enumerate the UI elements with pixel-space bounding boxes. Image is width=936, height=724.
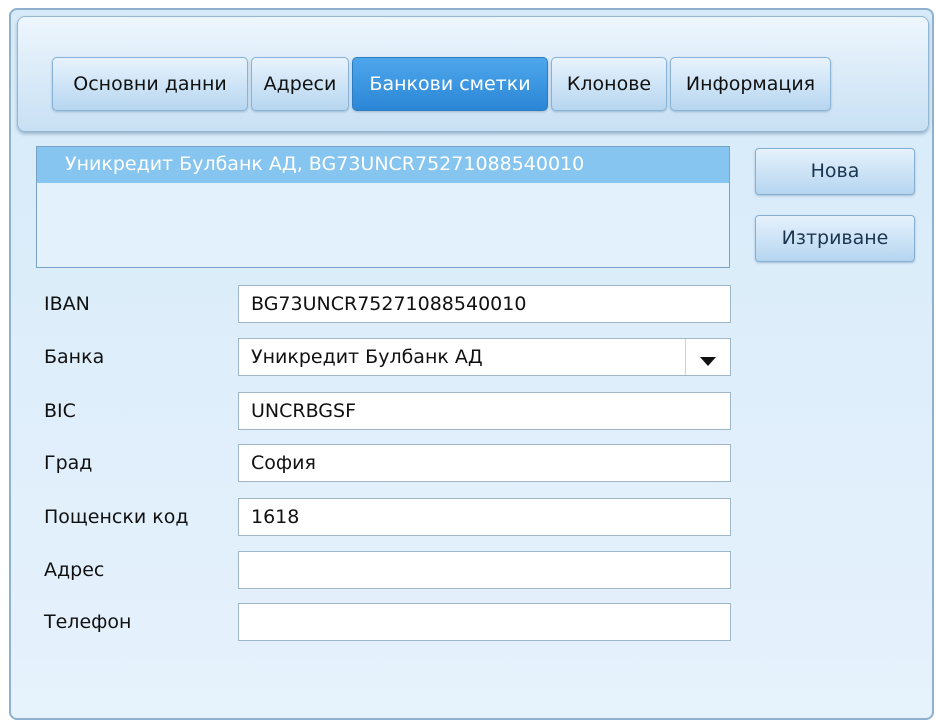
city-field[interactable]: София xyxy=(238,444,731,482)
bank-account-list-item[interactable]: Уникредит Булбанк АД, BG73UNCR7527108854… xyxy=(37,147,729,183)
new-account-button[interactable]: Нова xyxy=(755,148,915,195)
bic-field[interactable]: UNCRBGSF xyxy=(238,392,731,430)
phone-field[interactable] xyxy=(238,603,731,641)
address-label: Адрес xyxy=(44,559,105,581)
dropdown-separator xyxy=(685,339,686,375)
tab-addresses[interactable]: Адреси xyxy=(251,57,349,111)
bank-select[interactable]: Уникредит Булбанк АД xyxy=(238,338,731,376)
bank-label: Банка xyxy=(44,346,105,368)
tab-bar: Основни данни Адреси Банкови сметки Клон… xyxy=(17,16,929,132)
bank-select-value: Уникредит Булбанк АД xyxy=(251,346,483,368)
bank-accounts-window: Основни данни Адреси Банкови сметки Клон… xyxy=(9,8,934,720)
bank-accounts-panel: Уникредит Булбанк АД, BG73UNCR7527108854… xyxy=(11,138,932,718)
tab-information[interactable]: Информация xyxy=(670,57,831,111)
tab-branches[interactable]: Клонове xyxy=(551,57,667,111)
city-label: Град xyxy=(44,452,93,474)
caret-down-icon[interactable] xyxy=(694,347,722,367)
tab-basic-data[interactable]: Основни данни xyxy=(52,57,248,111)
postal-code-field[interactable]: 1618 xyxy=(238,498,731,536)
delete-account-button[interactable]: Изтриване xyxy=(755,215,915,262)
iban-label: IBAN xyxy=(44,293,90,315)
bic-label: BIC xyxy=(44,400,76,422)
bank-accounts-list[interactable]: Уникредит Булбанк АД, BG73UNCR7527108854… xyxy=(36,146,730,268)
tab-bank-accounts[interactable]: Банкови сметки xyxy=(352,57,548,111)
postal-code-label: Пощенски код xyxy=(44,506,189,528)
phone-label: Телефон xyxy=(44,611,132,633)
iban-field[interactable]: BG73UNCR75271088540010 xyxy=(238,285,731,323)
caret-down-icon-graphic xyxy=(700,357,716,366)
address-field[interactable] xyxy=(238,551,731,589)
